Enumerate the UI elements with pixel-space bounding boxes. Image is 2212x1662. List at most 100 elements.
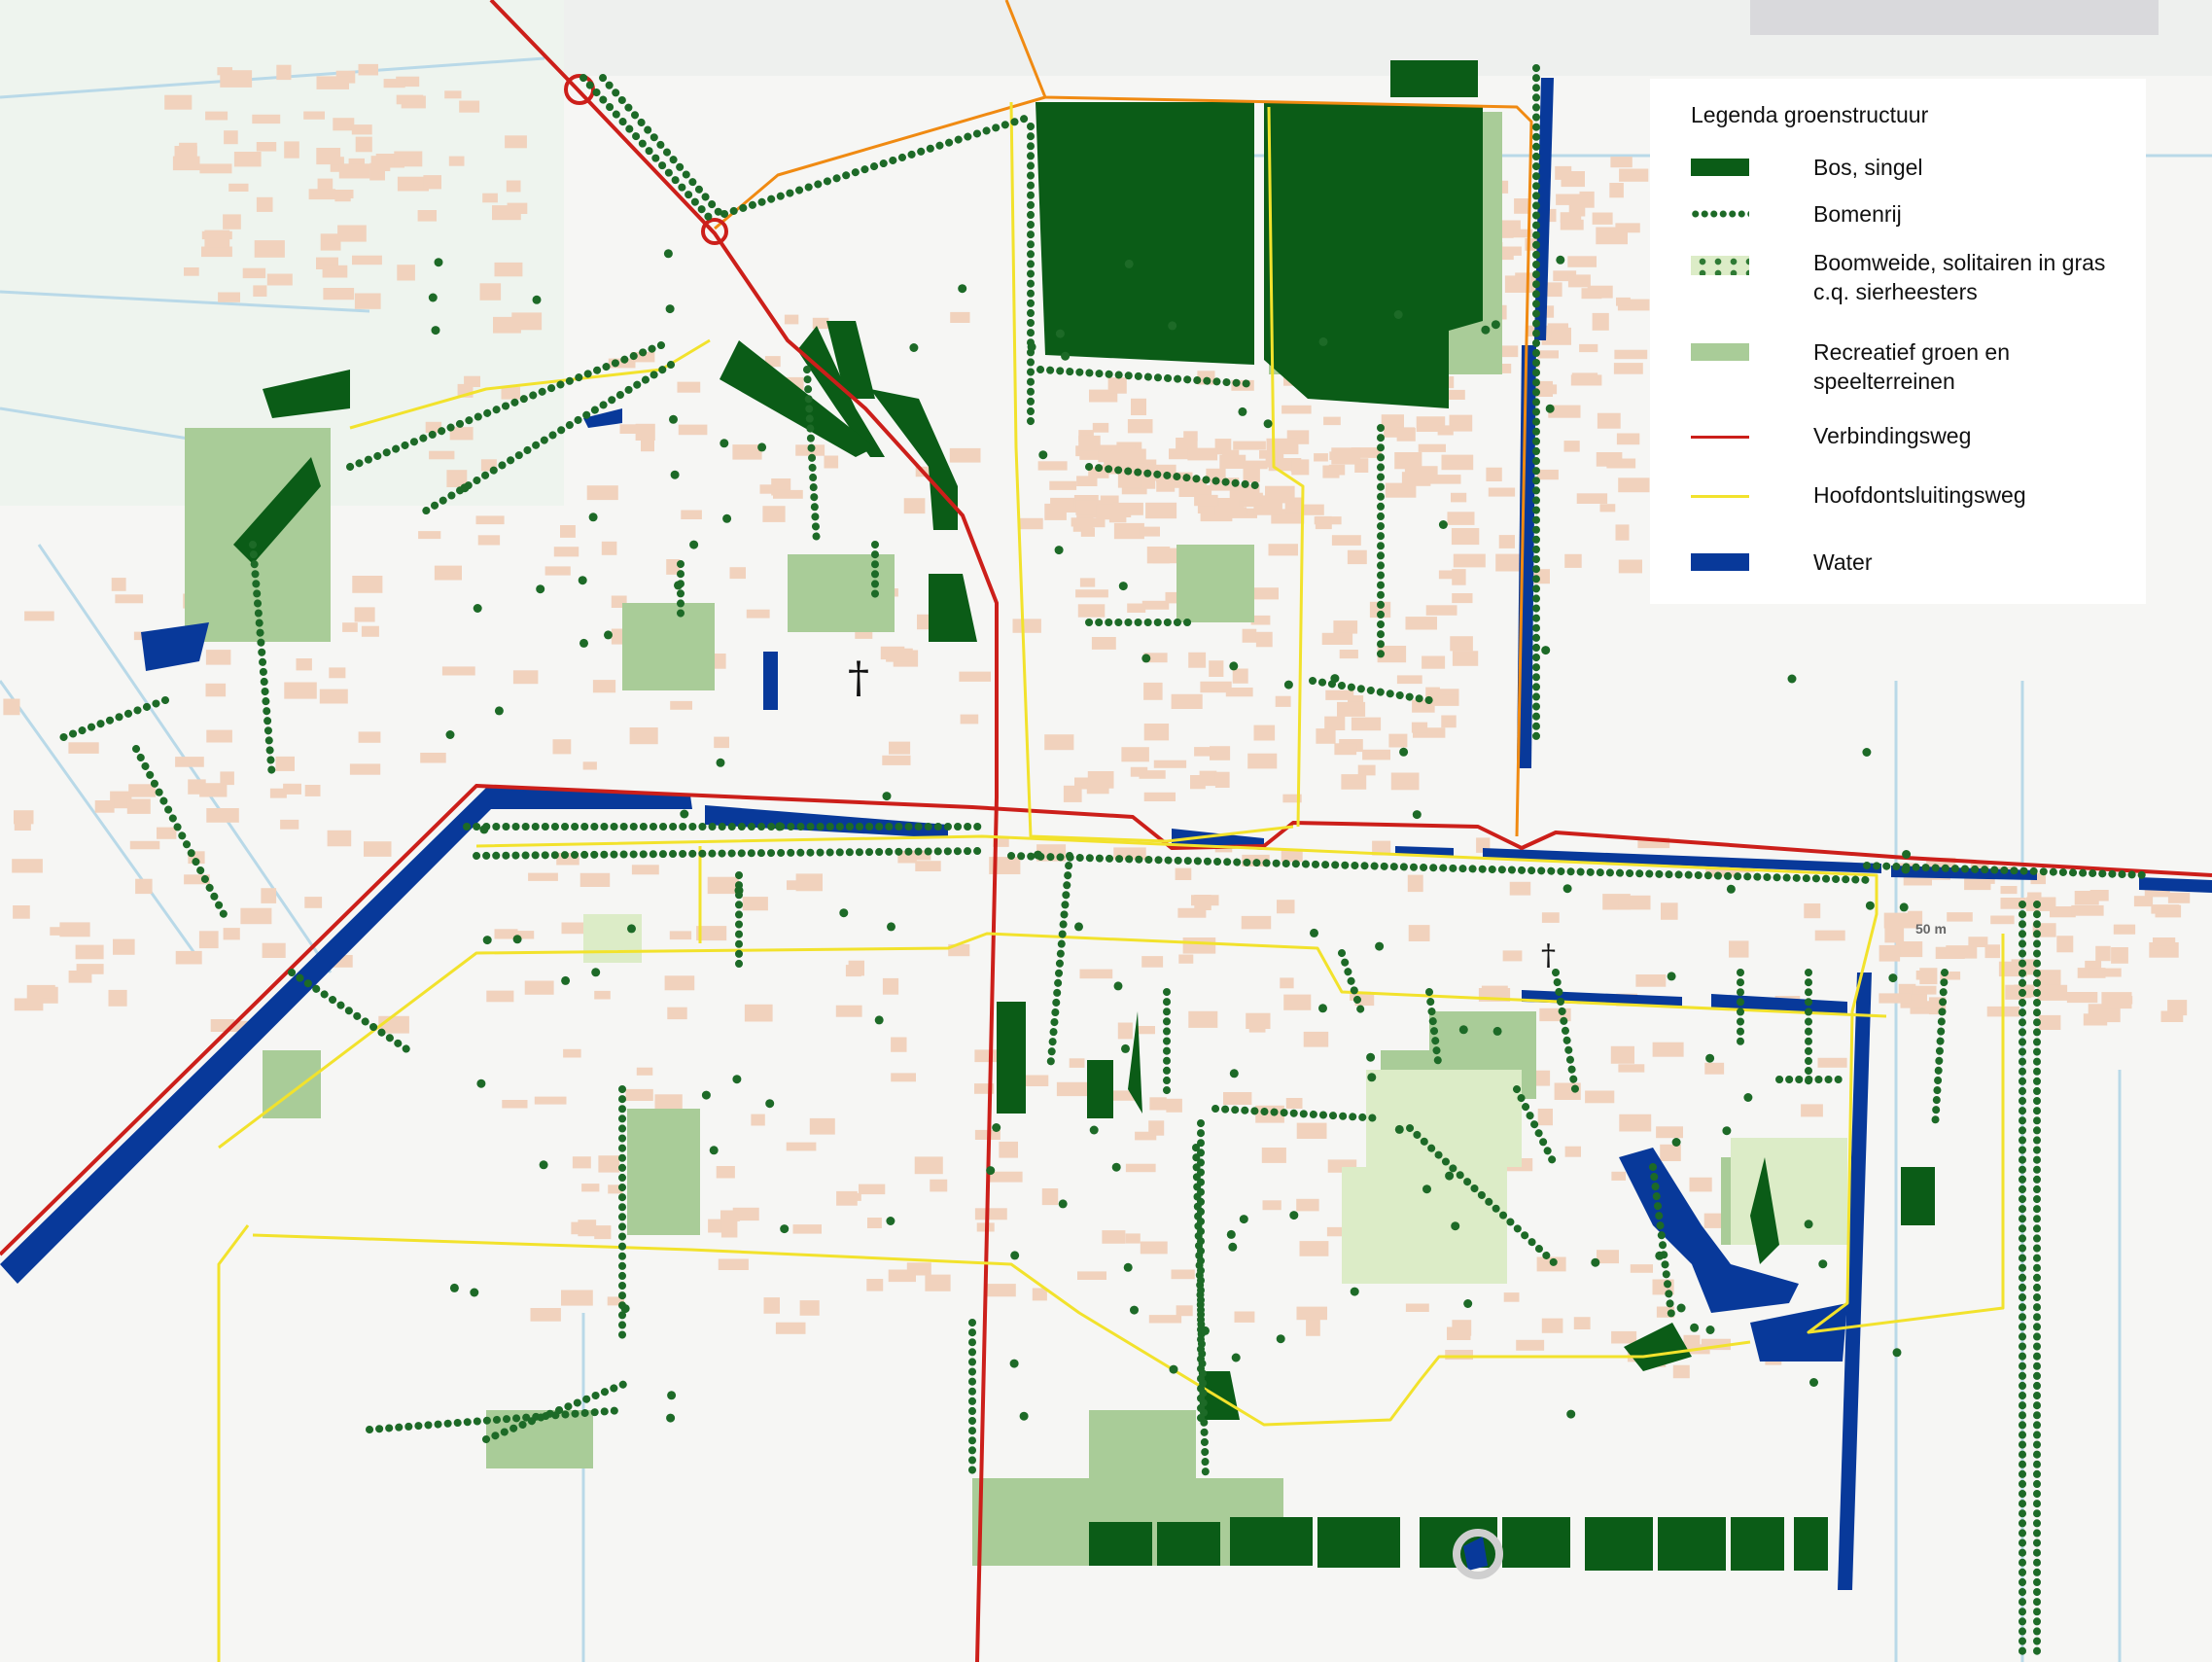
building-6-1 xyxy=(1102,1230,1126,1244)
solitary-tree-108 xyxy=(1124,259,1134,268)
green-structure-map: † † 50 m Legenda groenstructuur Bos, sin… xyxy=(0,0,2212,1662)
building-2-65 xyxy=(1247,753,1278,769)
solitary-tree-76 xyxy=(1655,1251,1665,1260)
building-6-32 xyxy=(1262,1200,1282,1211)
building-6-46 xyxy=(1141,956,1164,968)
building-1-32 xyxy=(824,455,839,469)
building-9-67 xyxy=(26,984,55,999)
building-0-52 xyxy=(223,214,241,230)
building-7-62 xyxy=(1541,1318,1563,1333)
solitary-tree-70 xyxy=(1366,1052,1376,1062)
building-9-45 xyxy=(284,682,317,699)
building-5-56 xyxy=(636,1067,653,1076)
building-2-2 xyxy=(1210,746,1231,760)
building-9-47 xyxy=(108,989,127,1007)
building-9-39 xyxy=(113,938,135,955)
solitary-tree-127 xyxy=(1690,1323,1700,1332)
building-6-14 xyxy=(1277,900,1295,914)
building-3-21 xyxy=(1452,569,1466,585)
building-9-34 xyxy=(327,830,352,847)
building-9-12 xyxy=(175,950,202,965)
building-4-65 xyxy=(1514,198,1529,214)
solitary-tree-82 xyxy=(716,758,725,767)
building-5-29 xyxy=(763,1297,780,1314)
building-6-62 xyxy=(984,1284,1016,1297)
solitary-tree-124 xyxy=(449,1283,459,1292)
building-9-63 xyxy=(199,783,228,797)
solitary-tree-115 xyxy=(1168,321,1177,331)
building-10-69 xyxy=(1096,504,1114,520)
solitary-tree-98 xyxy=(1375,941,1385,951)
building-1-45 xyxy=(784,314,799,325)
solitary-tree-22 xyxy=(1566,1409,1576,1419)
building-0-9 xyxy=(355,136,372,153)
solitary-tree-110 xyxy=(482,936,492,945)
building-9-53 xyxy=(75,944,104,960)
building-4-5 xyxy=(1618,477,1650,493)
building-0-29 xyxy=(352,255,382,265)
building-4-55 xyxy=(1564,553,1582,568)
solitary-tree-62 xyxy=(701,1090,711,1100)
building-8-39 xyxy=(2089,1008,2121,1023)
water-swatch xyxy=(1691,553,1749,571)
solitary-tree-42 xyxy=(886,1217,895,1225)
solitary-tree-137 xyxy=(674,581,683,590)
solitary-tree-56 xyxy=(1231,1353,1241,1362)
building-10-58 xyxy=(1098,444,1130,463)
building-3-40 xyxy=(1447,512,1475,525)
building-5-2 xyxy=(891,1037,907,1052)
building-5-0 xyxy=(669,931,692,940)
building-1-59 xyxy=(732,444,762,460)
building-10-1 xyxy=(1080,527,1095,537)
building-2-49 xyxy=(1200,681,1232,693)
solitary-tree-45 xyxy=(1111,1162,1121,1172)
building-2-26 xyxy=(1018,517,1043,530)
building-0-62 xyxy=(423,175,441,190)
solitary-tree-139 xyxy=(1318,336,1328,346)
solitary-tree-26 xyxy=(1034,850,1042,860)
building-8-22 xyxy=(2037,984,2068,1001)
solitary-tree-95 xyxy=(1562,884,1572,894)
building-1-38 xyxy=(512,670,539,685)
solitary-tree-60 xyxy=(1027,342,1036,352)
building-5-12 xyxy=(744,1004,773,1022)
building-6-10 xyxy=(974,1208,1007,1220)
solitary-tree-28 xyxy=(1130,1305,1139,1315)
building-10-36 xyxy=(1071,517,1100,527)
building-1-57 xyxy=(882,755,911,765)
building-9-24 xyxy=(76,964,104,974)
solitary-tree-50 xyxy=(1705,1053,1715,1063)
building-9-11 xyxy=(135,878,153,895)
building-4-7 xyxy=(1488,487,1516,497)
building-5-35 xyxy=(598,1155,620,1173)
building-10-65 xyxy=(1139,526,1160,537)
building-10-24 xyxy=(1176,438,1198,449)
building-8-56 xyxy=(2151,904,2180,914)
building-0-37 xyxy=(184,267,199,276)
building-2-19 xyxy=(1282,405,1312,414)
building-5-45 xyxy=(578,1220,597,1237)
building-6-25 xyxy=(1138,1026,1155,1035)
building-9-59 xyxy=(157,827,177,839)
building-5-24 xyxy=(751,1114,765,1126)
building-8-21 xyxy=(2167,892,2191,903)
building-4-14 xyxy=(1547,282,1562,298)
solitary-tree-31 xyxy=(1141,654,1151,663)
solitary-tree-14 xyxy=(1367,1073,1377,1082)
solitary-tree-105 xyxy=(689,540,699,549)
building-2-68 xyxy=(1012,619,1041,633)
building-3-66 xyxy=(1334,743,1357,756)
building-8-20 xyxy=(1990,915,2015,925)
building-9-58 xyxy=(361,625,379,637)
building-8-68 xyxy=(2113,924,2136,935)
building-1-50 xyxy=(949,447,981,463)
solitary-tree-7 xyxy=(1492,1026,1502,1036)
building-3-22 xyxy=(1441,694,1458,705)
building-4-51 xyxy=(1495,553,1524,572)
building-2-52 xyxy=(1153,760,1187,768)
building-0-44 xyxy=(354,293,381,309)
building-1-67 xyxy=(601,541,617,555)
building-4-57 xyxy=(1597,412,1621,429)
building-2-33 xyxy=(1268,544,1298,556)
building-9-32 xyxy=(304,785,321,796)
